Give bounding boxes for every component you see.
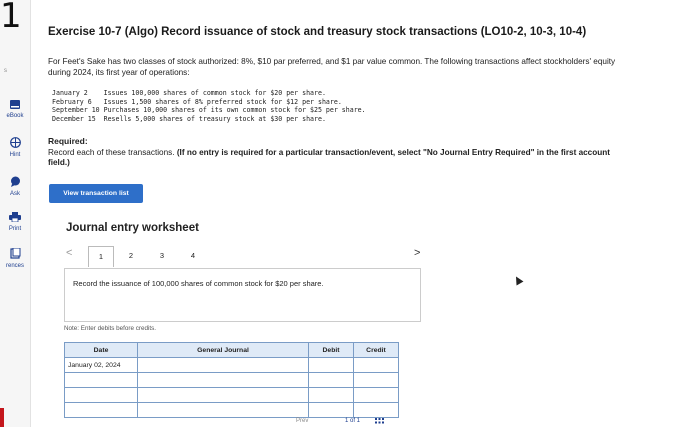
prompt-box (64, 268, 421, 322)
ebook-label: eBook (6, 113, 24, 119)
debit-cell[interactable] (308, 402, 354, 418)
credit-cell[interactable] (353, 357, 399, 373)
grid-icon[interactable] (375, 418, 384, 427)
column-header-date: Date (64, 342, 138, 358)
table-row (64, 372, 399, 388)
view-transaction-list-button[interactable]: View transaction list (49, 184, 143, 203)
column-header-general-journal: General Journal (137, 342, 309, 358)
hint-button[interactable]: Hint (0, 137, 30, 158)
table-row: January 02, 2024 (64, 357, 399, 373)
column-header-credit: Credit (353, 342, 399, 358)
print-label: Print (8, 226, 22, 232)
debit-cell[interactable] (308, 372, 354, 388)
transaction-line: September 10 Purchases 10,000 shares of … (52, 106, 366, 115)
print-icon (0, 212, 30, 224)
transaction-line: January 2 Issues 100,000 shares of commo… (52, 89, 326, 97)
required-instruction: Record each of these transactions. (48, 148, 175, 157)
ebook-button[interactable]: eBook (0, 100, 30, 119)
sidebar-small-label: s (4, 68, 7, 74)
hint-label: Hint (9, 152, 21, 158)
reference-icon (0, 247, 30, 261)
exercise-intro: For Feet's Sake has two classes of stock… (48, 57, 616, 77)
transaction-line: February 6 Issues 1,500 shares of 8% pre… (52, 97, 342, 106)
references-button[interactable]: rences (0, 247, 30, 269)
debit-cell[interactable] (308, 387, 354, 403)
prompt-text: Record the issuance of 100,000 shares of… (73, 279, 324, 288)
references-label: rences (5, 263, 24, 269)
required-heading: Required: (48, 136, 88, 146)
chat-icon (0, 176, 30, 189)
exercise-title: Exercise 10-7 (Algo) Record issuance of … (48, 26, 587, 38)
worksheet-title: Journal entry worksheet (66, 222, 199, 234)
required-text: Record each of these transactions. (If n… (48, 148, 618, 168)
question-number: 1 (0, 0, 22, 36)
credit-cell[interactable] (353, 387, 399, 403)
account-cell[interactable] (137, 402, 309, 418)
journal-table: Date General Journal Debit Credit Januar… (64, 342, 399, 418)
credit-cell[interactable] (353, 372, 399, 388)
ask-button[interactable]: Ask (0, 176, 30, 197)
worksheet-tab-3[interactable]: 3 (150, 246, 174, 266)
page-status: 1 of 1 (345, 418, 361, 424)
worksheet-tab-4[interactable]: 4 (181, 246, 205, 266)
table-row (64, 387, 399, 403)
bottom-prev-button[interactable]: Prev (296, 418, 308, 424)
sidebar-red-marker (0, 408, 4, 427)
account-cell[interactable] (137, 372, 309, 388)
date-cell[interactable] (64, 387, 138, 403)
date-cell[interactable]: January 02, 2024 (64, 357, 138, 373)
column-header-debit: Debit (308, 342, 354, 358)
worksheet-tab-1[interactable]: 1 (88, 246, 114, 267)
worksheet-next-button[interactable]: > (414, 247, 420, 259)
transaction-line: December 15 Resells 5,000 shares of trea… (52, 114, 326, 123)
debit-cell[interactable] (308, 357, 354, 373)
table-row (64, 402, 399, 418)
debits-note: Note: Enter debits before credits. (64, 325, 157, 332)
credit-cell[interactable] (353, 402, 399, 418)
print-button[interactable]: Print (0, 212, 30, 232)
worksheet-prev-button[interactable]: < (66, 247, 72, 259)
mouse-cursor-icon (512, 274, 524, 286)
worksheet-tab-2[interactable]: 2 (119, 246, 143, 266)
date-cell[interactable] (64, 402, 138, 418)
book-icon (0, 100, 30, 111)
account-cell[interactable] (137, 387, 309, 403)
ask-label: Ask (9, 191, 20, 197)
globe-icon (0, 137, 30, 150)
account-cell[interactable] (137, 357, 309, 373)
transaction-list: January 2 Issues 100,000 shares of commo… (52, 89, 366, 123)
date-cell[interactable] (64, 372, 138, 388)
